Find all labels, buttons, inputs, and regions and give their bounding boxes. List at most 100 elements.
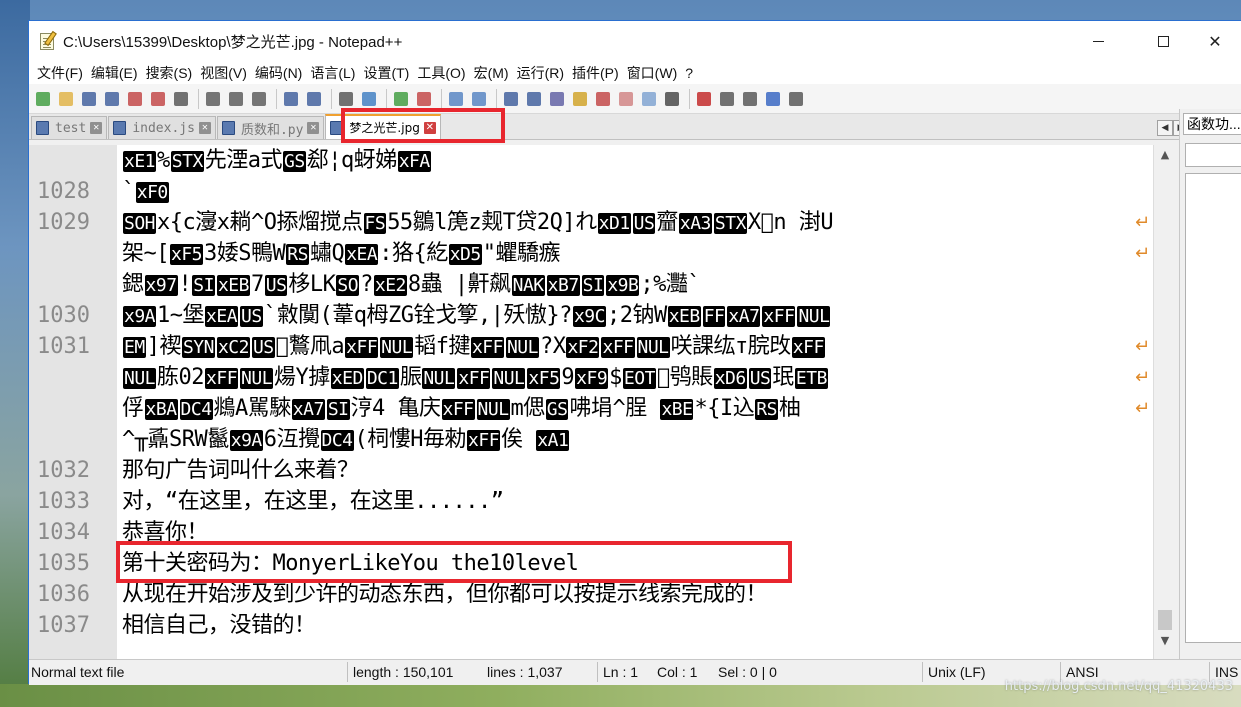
file-icon — [113, 121, 127, 135]
menu-window[interactable]: 窗口(W) — [625, 63, 684, 83]
menu-edit[interactable]: 编辑(E) — [89, 63, 144, 83]
maximize-button[interactable] — [1137, 21, 1189, 61]
paste-icon[interactable] — [249, 89, 269, 109]
scrollbar-thumb[interactable] — [1158, 610, 1172, 630]
save-icon[interactable] — [79, 89, 99, 109]
menu-language[interactable]: 语言(L) — [308, 63, 361, 83]
status-line: Ln : 1 — [603, 664, 639, 680]
editor-line: 1031 EM]褉 SYN xC2 US 鷘凧a xFF NUL韬f揵 xFF NUL?X xF2… — [29, 331, 1177, 362]
toolbar-separator — [689, 88, 690, 109]
text-segment: x{c濅x耥^O掭熘搅点 — [157, 210, 363, 235]
tab-scroll-left-icon[interactable]: ◀ — [1157, 120, 1173, 136]
line-text: SOHx{c濅x耥^O掭熘搅点 FS55鶵l箎z觌T贷2Q]れ xD1 US齏 xA3 S… — [122, 207, 834, 239]
monitor-icon[interactable] — [662, 89, 682, 109]
new-file-icon[interactable] — [33, 89, 53, 109]
scroll-down-icon[interactable]: ▼ — [1154, 631, 1176, 651]
control-char-badge: NUL — [476, 399, 510, 420]
record-macro-icon[interactable] — [694, 89, 714, 109]
close-window-button[interactable]: ✕ — [1189, 21, 1241, 61]
control-char-badge: xE2 — [373, 275, 407, 296]
text-segment: ` — [122, 179, 135, 204]
control-char-badge: xEA — [345, 244, 379, 265]
menu-search[interactable]: 搜索(S) — [144, 63, 199, 83]
tab-index-js[interactable]: index.js ✕ — [108, 116, 216, 139]
show-all-chars-icon[interactable] — [524, 89, 544, 109]
run-multiple-macro-icon[interactable] — [763, 89, 783, 109]
window-title: C:\Users\15399\Desktop\梦之光芒.jpg - Notepa… — [63, 33, 403, 51]
line-text: 相信自己，没错的！ — [122, 610, 316, 641]
doc-list-icon[interactable] — [639, 89, 659, 109]
folder-workspace-icon-glyph — [619, 91, 633, 106]
control-char-badge: x9B — [606, 275, 640, 296]
zoom-in-icon[interactable] — [391, 89, 411, 109]
control-char-badge: NUL — [422, 368, 456, 389]
replace-icon[interactable] — [359, 89, 379, 109]
text-segment: 1~堡 — [157, 303, 205, 328]
line-text: ` xF0 — [122, 176, 170, 208]
save-macro-icon-glyph — [789, 91, 803, 106]
sync-v-icon[interactable] — [446, 89, 466, 109]
close-all-icon[interactable] — [148, 89, 168, 109]
status-encoding: ANSI — [1066, 664, 1099, 680]
menu-help[interactable]: ? — [683, 65, 699, 81]
function-list-icon[interactable] — [593, 89, 613, 109]
editor-line: 1030 x9A1~堡 xEA US`敹闃(葦q栂ZG铨戈箰,|殀慠}? x9C;2钠W… — [29, 300, 1177, 331]
tab-close-icon[interactable]: ✕ — [307, 122, 320, 134]
text-segment: (柌慺H毎勑 — [354, 427, 467, 452]
show-all-chars-icon-glyph — [527, 91, 541, 106]
editor-line: 鍶 x97! SI xEB7 US栘LK SO? xE28蟲 |鼾飙 NAK xB7 SI x9B;… — [29, 269, 1177, 300]
function-list-search-input[interactable] — [1185, 143, 1241, 167]
menu-tools[interactable]: 工具(O) — [415, 63, 471, 83]
undo-icon[interactable] — [281, 89, 301, 109]
tab-zhishuhe-py[interactable]: 质数和.py ✕ — [216, 116, 325, 139]
print-icon[interactable] — [171, 89, 191, 109]
redo-icon[interactable] — [304, 89, 324, 109]
stop-macro-icon[interactable] — [717, 89, 737, 109]
doc-map-icon[interactable] — [570, 89, 590, 109]
text-segment: 对，“在这里，在这里，在这里......” — [122, 489, 504, 514]
save-all-icon[interactable] — [102, 89, 122, 109]
control-char-badge: x9A — [229, 430, 263, 451]
tab-close-icon[interactable]: ✕ — [90, 122, 103, 134]
control-char-badge: EOT — [622, 368, 656, 389]
copy-icon[interactable] — [226, 89, 246, 109]
menu-encoding[interactable]: 编码(N) — [253, 63, 308, 83]
function-list-tree[interactable] — [1185, 173, 1241, 643]
save-macro-icon[interactable] — [786, 89, 806, 109]
title-bar[interactable]: C:\Users\15399\Desktop\梦之光芒.jpg - Notepa… — [29, 21, 1241, 61]
menu-run[interactable]: 运行(R) — [515, 63, 570, 83]
menu-view[interactable]: 视图(V) — [198, 63, 253, 83]
word-wrap-icon-glyph — [504, 91, 518, 106]
menu-plugins[interactable]: 插件(P) — [570, 63, 625, 83]
scroll-up-icon[interactable]: ▲ — [1154, 145, 1176, 165]
open-file-icon[interactable] — [56, 89, 76, 109]
tab-close-icon[interactable]: ✕ — [198, 122, 211, 134]
text-segment: `敹闃(葦q栂ZG铨戈箰,|殀慠}? — [263, 303, 573, 328]
line-number: 1035 — [37, 551, 90, 576]
editor-line: 架~[xF53婑S鴨W RS蟰Q xEA:狢{紇 xD5"蠷驕瘯 ↵ — [29, 238, 1177, 269]
tab-test[interactable]: test ✕ — [31, 116, 108, 139]
editor-line: 1029 SOHx{c濅x耥^O掭熘搅点 FS55鶵l箎z觌T贷2Q]れ xD1 US齏… — [29, 207, 1177, 238]
cut-icon[interactable] — [203, 89, 223, 109]
find-icon[interactable] — [336, 89, 356, 109]
menu-file[interactable]: 文件(F) — [35, 63, 89, 83]
line-number: 1028 — [37, 179, 90, 204]
menu-macro[interactable]: 宏(M) — [472, 63, 515, 83]
close-icon[interactable] — [125, 89, 145, 109]
menu-settings[interactable]: 设置(T) — [361, 63, 415, 83]
text-segment: 蟰Q — [309, 241, 345, 266]
minimize-button[interactable] — [1085, 21, 1137, 61]
word-wrap-icon[interactable] — [501, 89, 521, 109]
folder-workspace-icon[interactable] — [616, 89, 636, 109]
line-text: 鍶 x97! SI xEB7 US栘LK SO? xE28蟲 |鼾飙 NAK xB7 SI x9B;… — [122, 269, 701, 301]
play-macro-icon[interactable] — [740, 89, 760, 109]
control-char-badge: x9C — [572, 306, 606, 327]
text-segment: 脤 — [399, 365, 422, 390]
sync-h-icon-glyph — [472, 91, 486, 106]
zoom-out-icon[interactable] — [414, 89, 434, 109]
indent-guide-icon[interactable] — [547, 89, 567, 109]
control-char-badge: xED — [330, 368, 364, 389]
vertical-scrollbar[interactable]: ▲ ▼ — [1153, 145, 1177, 659]
control-char-badge: GS — [283, 151, 306, 172]
sync-h-icon[interactable] — [469, 89, 489, 109]
